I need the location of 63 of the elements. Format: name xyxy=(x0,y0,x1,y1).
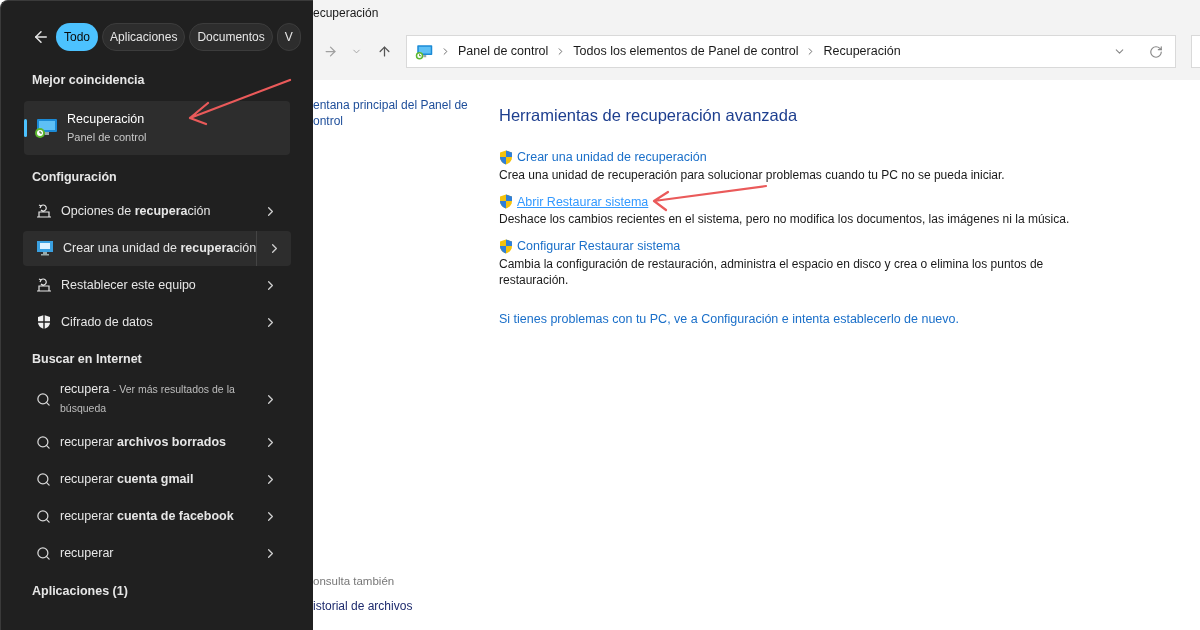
shield-icon xyxy=(499,239,513,255)
search-icon xyxy=(36,546,51,562)
window-title: ecuperación xyxy=(313,4,379,22)
web-search-result[interactable]: recuperar xyxy=(23,535,291,573)
result-label: Opciones de recuperación xyxy=(61,202,211,220)
result-label: recupera - Ver más resultados de la búsqueda xyxy=(60,380,236,417)
result-label: Cifrado de datos xyxy=(61,313,153,331)
tool-link[interactable]: Crear una unidad de recuperación xyxy=(517,147,707,167)
filter-tab[interactable]: Todo xyxy=(56,23,99,51)
search-icon xyxy=(36,472,51,488)
result-subtitle: Panel de control xyxy=(67,129,147,145)
settings-link[interactable]: Si tienes problemas con tu PC, ve a Configuración e intenta establecerlo de nuevo. xyxy=(499,310,1099,329)
tool-description: Crea una unidad de recuperación para solucionar problemas cuando tu PC no se pueda iniciar. xyxy=(499,166,1006,183)
refresh-icon xyxy=(1149,44,1163,59)
breadcrumb-item[interactable]: Todos los elementos de Panel de control xyxy=(573,42,799,61)
laptop-arrow-icon xyxy=(36,203,52,219)
search-icon xyxy=(36,509,51,525)
tool-description: Cambia la configuración de restauración, administra el espacio en disco y crea o elimina los puntos de restauración. xyxy=(499,256,1045,288)
settings-result[interactable]: Crear una unidad de recuperación xyxy=(23,230,291,266)
settings-result[interactable]: Restablecer este equipo xyxy=(23,267,291,303)
tool-link[interactable]: Configurar Restaurar sistema xyxy=(517,237,681,256)
web-search-result[interactable]: recuperar cuenta de facebook xyxy=(23,498,291,536)
laptop-arrow-icon xyxy=(36,277,52,293)
breadcrumb-item[interactable]: Recuperación xyxy=(823,42,901,61)
settings-result[interactable]: Cifrado de datos xyxy=(23,304,291,340)
selection-indicator xyxy=(24,118,27,137)
shield-icon xyxy=(499,149,513,165)
web-search-result[interactable]: recuperar archivos borrados xyxy=(23,424,291,462)
section-heading: Configuración xyxy=(31,168,118,186)
search-icon xyxy=(36,435,51,451)
search-icon xyxy=(36,391,51,407)
back-icon xyxy=(32,28,50,46)
see-also-link[interactable]: istorial de archivos xyxy=(313,597,499,615)
result-label: recuperar archivos borrados xyxy=(60,434,227,452)
result-label: recuperar cuenta gmail xyxy=(60,471,194,489)
up-button[interactable] xyxy=(376,44,392,59)
forward-icon xyxy=(322,44,338,59)
section-heading: Aplicaciones (1) xyxy=(31,583,129,601)
filter-tab[interactable]: V xyxy=(276,23,301,51)
forward-button[interactable] xyxy=(322,44,338,59)
breadcrumb-item[interactable]: Panel de control xyxy=(458,42,549,61)
result-label: Crear una unidad de recuperación xyxy=(63,239,257,257)
web-search-result[interactable]: recuperar cuenta gmail xyxy=(23,461,291,499)
section-heading: Buscar en Internet xyxy=(31,350,143,368)
shield-icon xyxy=(499,194,513,210)
tool-description: Deshace los cambios recientes en el sistema, pero no modifica los documentos, las imágenes ni la música. xyxy=(499,211,1071,228)
settings-result[interactable]: Opciones de recuperación xyxy=(23,193,291,229)
result-label: recuperar xyxy=(60,545,114,563)
best-match-item[interactable]: Recuperación Panel de control xyxy=(24,100,290,155)
result-title: Recuperación xyxy=(67,111,146,129)
filter-tab[interactable]: Aplicaciones xyxy=(102,23,186,51)
home-link[interactable]: entana principal del Panel de ontrol xyxy=(313,97,499,129)
result-label: recuperar cuenta de facebook xyxy=(60,508,234,526)
web-search-result[interactable]: recupera - Ver más resultados de la búsqueda xyxy=(23,374,291,425)
section-heading: Mejor coincidencia xyxy=(31,72,146,89)
shield-icon xyxy=(36,314,52,330)
see-also-heading: onsulta también xyxy=(313,573,396,589)
address-bar[interactable]: Panel de control Todos los elementos de Panel de control Recuperación xyxy=(406,35,1176,68)
result-label: Restablecer este equipo xyxy=(61,276,196,294)
monitor-clock-icon xyxy=(415,42,433,61)
page-heading: Herramientas de recuperación avanzada xyxy=(499,105,799,126)
monitor-icon xyxy=(36,240,54,256)
filter-tab[interactable]: Documentos xyxy=(189,23,273,51)
